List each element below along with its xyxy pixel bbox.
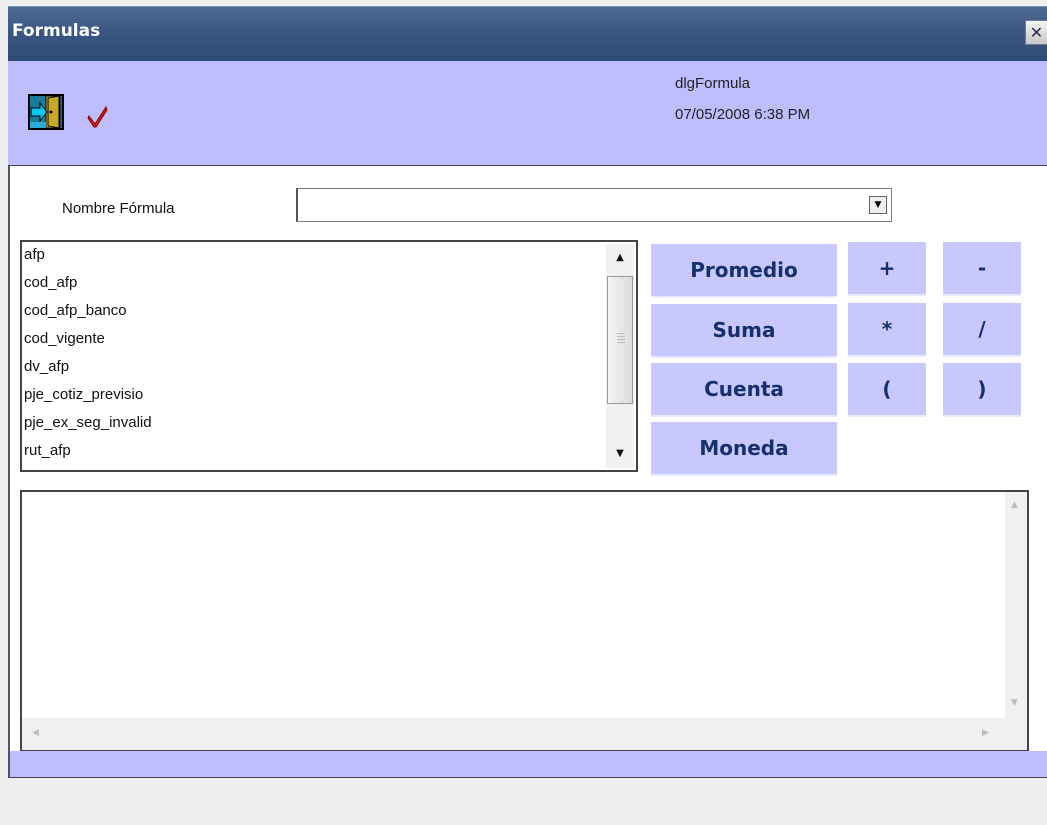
open-paren-button[interactable]: (	[848, 363, 926, 417]
list-item[interactable]: rut_afp	[24, 442, 71, 459]
divide-button[interactable]: /	[943, 303, 1021, 357]
dialog-datetime: 07/05/2008 6:38 PM	[675, 106, 811, 123]
exit-door-icon[interactable]	[28, 94, 64, 130]
plus-button[interactable]: +	[848, 242, 926, 296]
formula-textarea[interactable]: ▲ ▼ ◀ ▶	[20, 490, 1029, 752]
formulas-window: Formulas ✕ dlgFormula 07/05/2008 6:38 PM…	[0, 0, 1047, 825]
bottom-band	[10, 751, 1047, 777]
scroll-left-icon[interactable]: ◀	[32, 728, 39, 738]
scroll-down-icon[interactable]: ▼	[606, 440, 634, 468]
list-item[interactable]: cod_vigente	[24, 330, 105, 347]
scroll-up-icon[interactable]: ▲	[606, 244, 634, 272]
title-bar[interactable]: Formulas ✕	[8, 6, 1047, 61]
list-item[interactable]: dv_afp	[24, 358, 69, 375]
formula-vertical-scrollbar[interactable]: ▲ ▼	[1005, 492, 1027, 718]
close-paren-button[interactable]: )	[943, 363, 1021, 417]
scroll-down-icon[interactable]: ▼	[1011, 698, 1018, 708]
formula-name-combobox[interactable]: ▼	[296, 188, 892, 222]
field-list[interactable]: afp cod_afp cod_afp_banco cod_vigente dv…	[20, 240, 638, 472]
suma-button[interactable]: Suma	[651, 304, 837, 358]
scroll-up-icon[interactable]: ▲	[1011, 500, 1018, 510]
scrollbar-corner	[1005, 718, 1027, 750]
checkmark-icon[interactable]	[87, 104, 109, 128]
content-panel: Nombre Fórmula ▼ afp cod_afp cod_afp_ban…	[8, 166, 1047, 778]
chevron-down-icon[interactable]: ▼	[869, 196, 887, 214]
close-icon: ✕	[1029, 23, 1044, 42]
list-scrollbar[interactable]: ▲ ▼	[606, 244, 634, 468]
dialog-name: dlgFormula	[675, 75, 751, 92]
list-item[interactable]: cod_afp	[24, 274, 77, 291]
header-band: dlgFormula 07/05/2008 6:38 PM	[8, 61, 1047, 166]
list-item[interactable]: cod_afp_banco	[24, 302, 127, 319]
list-item[interactable]: pje_cotiz_previsio	[24, 386, 143, 403]
formula-horizontal-scrollbar[interactable]: ◀ ▶	[22, 718, 1005, 750]
list-item[interactable]: pje_ex_seg_invalid	[24, 414, 152, 431]
window-title: Formulas	[12, 21, 101, 41]
moneda-button[interactable]: Moneda	[651, 422, 837, 476]
list-item[interactable]: afp	[24, 246, 45, 263]
close-button[interactable]: ✕	[1025, 20, 1047, 45]
scrollbar-thumb[interactable]	[607, 276, 633, 404]
multiply-button[interactable]: *	[848, 303, 926, 357]
promedio-button[interactable]: Promedio	[651, 244, 837, 298]
minus-button[interactable]: -	[943, 242, 1021, 296]
scroll-right-icon[interactable]: ▶	[982, 728, 989, 738]
grip-icon	[617, 333, 625, 345]
formula-name-label: Nombre Fórmula	[62, 200, 175, 217]
cuenta-button[interactable]: Cuenta	[651, 363, 837, 417]
